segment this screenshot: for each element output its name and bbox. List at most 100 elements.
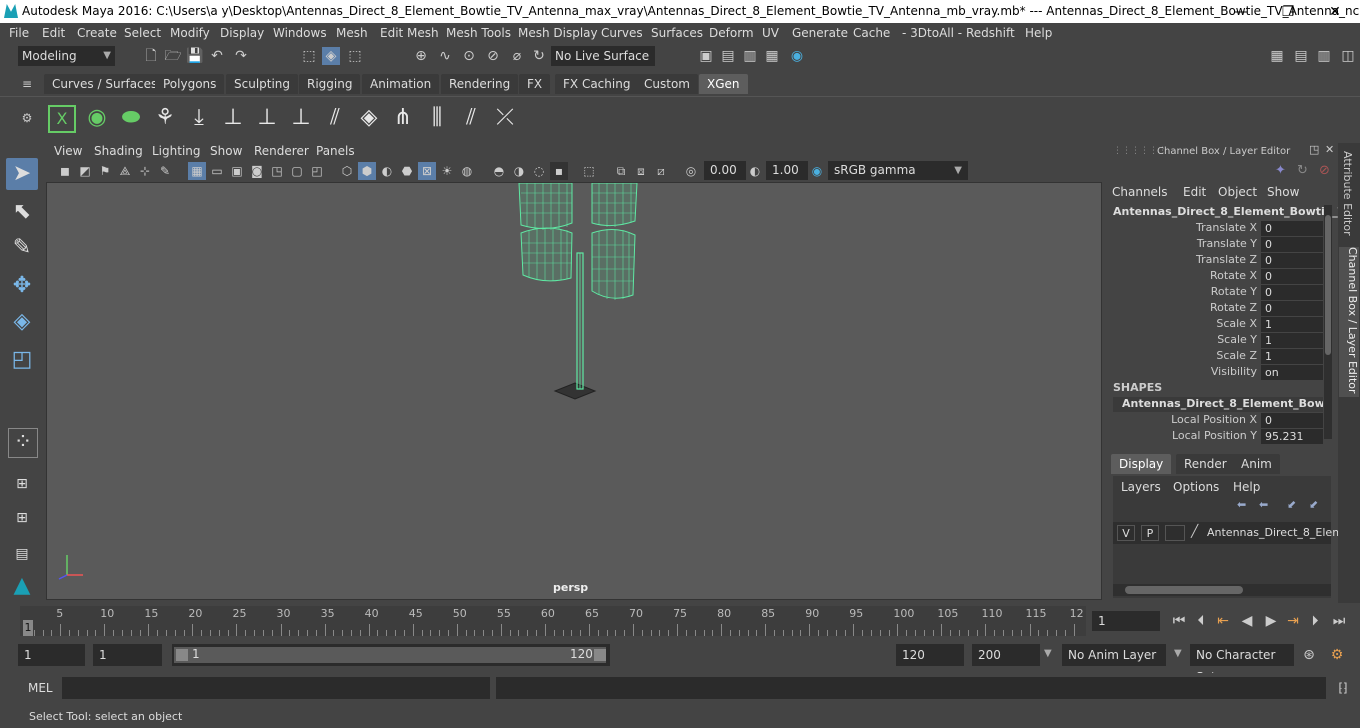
shelf-options-icon[interactable]: ⚙ [18,109,36,127]
menu-3dtoall[interactable]: - 3DtoAll - [902,26,962,40]
animation-start-field[interactable]: 1 [18,644,85,666]
xgen-add-guides-icon[interactable]: ⚘ [150,103,180,133]
xgen-editor-icon[interactable]: X [48,105,76,133]
menu-mesh-display[interactable]: Mesh Display [518,26,598,40]
menu-cache[interactable]: Cache [853,26,890,40]
attr-value-local-position-x[interactable]: 0 [1261,413,1323,428]
camera-attributes-icon[interactable]: ◩ [76,162,94,180]
layer-h-scrollbar[interactable] [1113,584,1331,596]
undo-icon[interactable]: ↶ [208,47,226,65]
menu-help[interactable]: Help [1025,26,1052,40]
menu-deform[interactable]: Deform [709,26,754,40]
ipr-render-icon[interactable]: ▥ [741,47,759,65]
safe-action-icon[interactable]: ▢ [288,162,306,180]
panel-menu-renderer[interactable]: Renderer [254,144,309,158]
snap-surface-icon[interactable]: ⌀ [508,47,526,65]
panel-menu-view[interactable]: View [54,144,82,158]
command-language-label[interactable]: MEL [28,681,53,695]
backface-culling-icon[interactable]: ⧄ [652,162,670,180]
chevron-down-icon[interactable]: ▼ [1044,648,1052,659]
menu-windows[interactable]: Windows [273,26,327,40]
image-plane-icon[interactable]: ⟁ [116,162,134,180]
depth-of-field-icon[interactable]: ◌ [530,162,548,180]
range-slider-track[interactable]: 1 120 [174,647,606,663]
gate-mask-icon[interactable]: ◙ [248,162,266,180]
shelf-tab-fx[interactable]: FX [519,74,551,94]
menu-modify[interactable]: Modify [170,26,210,40]
scrollbar-thumb[interactable] [1125,586,1243,594]
new-layer-selected-icon[interactable]: ⬋ [1309,498,1318,511]
field-chart-icon[interactable]: ◳ [268,162,286,180]
layer-menu-layers[interactable]: Layers [1121,480,1161,494]
panel-menu-shading[interactable]: Shading [94,144,143,158]
play-backwards-icon[interactable]: ◀ [1238,612,1256,630]
film-gate-icon[interactable]: ▭ [208,162,226,180]
smooth-shade-icon[interactable]: ⬢ [358,162,376,180]
wireframe-icon[interactable]: ⬡ [338,162,356,180]
menu-edit[interactable]: Edit [42,26,65,40]
current-frame-marker[interactable]: 1 [23,620,33,636]
grid-icon[interactable]: ▦ [188,162,206,180]
menu-generate[interactable]: Generate [792,26,848,40]
menu-redshift[interactable]: Redshift [966,26,1015,40]
channel-box-tab[interactable]: Channel Box / Layer Editor [1339,247,1359,397]
cb-menu-object[interactable]: Object [1218,185,1257,199]
cb-menu-channels[interactable]: Channels [1112,185,1168,199]
shelf-tab-curves-surfaces[interactable]: Curves / Surfaces [44,74,166,94]
playback-start-field[interactable]: 1 [93,644,162,666]
maximize-button[interactable]: ❐ [1265,2,1311,22]
paint-select-tool-icon[interactable]: ✎ [6,232,38,264]
step-forward-frame-icon[interactable]: ⏵ [1306,612,1324,630]
live-surface-field[interactable]: No Live Surface [551,46,655,66]
color-management-icon[interactable]: ◉ [808,162,826,180]
animation-preferences-icon[interactable]: ⚙ [1328,646,1346,664]
step-back-frame-icon[interactable]: ⏴ [1192,612,1210,630]
layer-tab-render[interactable]: Render [1176,454,1235,474]
lock-icon[interactable]: ✦ [1275,163,1286,178]
step-forward-key-icon[interactable]: ⇥ [1284,612,1302,630]
resolution-gate-icon[interactable]: ▣ [228,162,246,180]
mode-selector[interactable]: Modeling ▼ [18,46,115,66]
shelf-tab-animation[interactable]: Animation [362,74,440,94]
xgen-add-guide-icon[interactable]: ⊥ [218,103,248,133]
play-forwards-icon[interactable]: ▶ [1262,612,1280,630]
show-manipulator-icon[interactable]: ⁘ [8,428,38,458]
exposure-field[interactable]: 0.00 [704,161,746,180]
new-layer-icon[interactable]: ⬋ [1287,498,1296,511]
range-end-handle[interactable] [594,649,606,661]
select-component-icon[interactable]: ⬚ [346,47,364,65]
attr-value-scale-x[interactable]: 1 [1261,317,1323,332]
snap-point-icon[interactable]: ⊙ [460,47,478,65]
xgen-place-guides-icon[interactable]: ⤓ [184,103,214,133]
xray-icon[interactable]: ⬚ [580,162,598,180]
layer-tab-display[interactable]: Display [1111,454,1172,474]
shelf-tab-rigging[interactable]: Rigging [299,74,361,94]
range-slider[interactable]: 1 120 [172,644,610,666]
attr-value-scale-y[interactable]: 1 [1261,333,1323,348]
snap-curve-icon[interactable]: ∿ [436,47,454,65]
xgen-cut-icon[interactable]: ⫽ [456,103,486,133]
select-object-icon[interactable]: ◈ [322,47,340,65]
character-set-dropdown[interactable]: No Character Set [1190,644,1294,684]
speed-icon[interactable]: ⊘ [1319,163,1330,178]
render-frame-icon[interactable]: ▤ [719,47,737,65]
snap-live-icon[interactable]: ↻ [530,47,548,65]
attr-value-rotate-z[interactable]: 0 [1261,301,1323,316]
isolate-select-icon[interactable]: ▪ [550,162,568,180]
float-panel-icon[interactable]: ◳ [1309,143,1319,156]
snap-view-icon[interactable]: ⊘ [484,47,502,65]
camera-select-icon[interactable]: ◼ [56,162,74,180]
color-space-dropdown[interactable]: sRGB gamma ▼ [828,161,968,180]
cb-menu-edit[interactable]: Edit [1183,185,1206,199]
xgen-collection-icon[interactable]: ⬬ [116,103,146,133]
shelf-tab-xgen[interactable]: XGen [699,74,748,94]
attr-value-rotate-y[interactable]: 0 [1261,285,1323,300]
manipulator-icon[interactable]: ↻ [1297,163,1308,178]
layer-menu-options[interactable]: Options [1173,480,1219,494]
snap-grid-icon[interactable]: ⊕ [412,47,430,65]
animation-end-field[interactable]: 200 [972,644,1040,666]
layer-name[interactable]: Antennas_Direct_8_Elem [1207,526,1343,539]
attr-value-rotate-x[interactable]: 0 [1261,269,1323,284]
menu-create[interactable]: Create [77,26,117,40]
channel-box-scrollbar[interactable] [1324,205,1332,439]
